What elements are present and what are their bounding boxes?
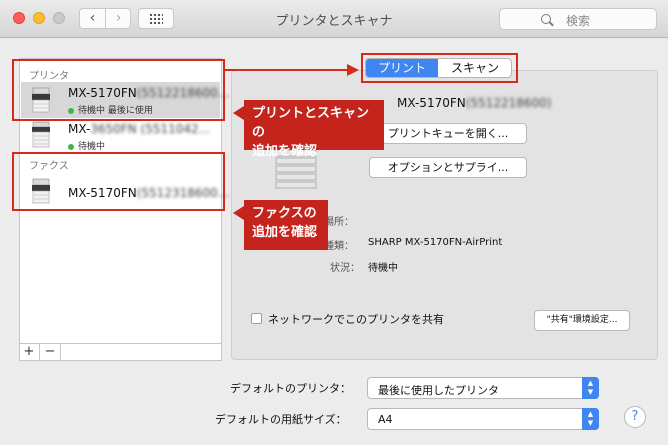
annotation-callout-fax: ファクスの 追加を確認	[233, 200, 328, 250]
annotation-connector	[225, 64, 359, 76]
annotation-text-line: プリントとスキャンの	[252, 106, 370, 140]
printers-scanners-window: ‹ › プリンタとスキャナ 検索 プリンタ MX-5170FN(55122186…	[0, 0, 668, 445]
annotation-text-line: ファクスの	[252, 206, 317, 221]
annotation-callout-print-scan: プリントとスキャンの 追加を確認	[233, 100, 384, 159]
annotation-text-line: 追加を確認	[252, 144, 318, 159]
annotation-text-line: 追加を確認	[252, 225, 318, 240]
